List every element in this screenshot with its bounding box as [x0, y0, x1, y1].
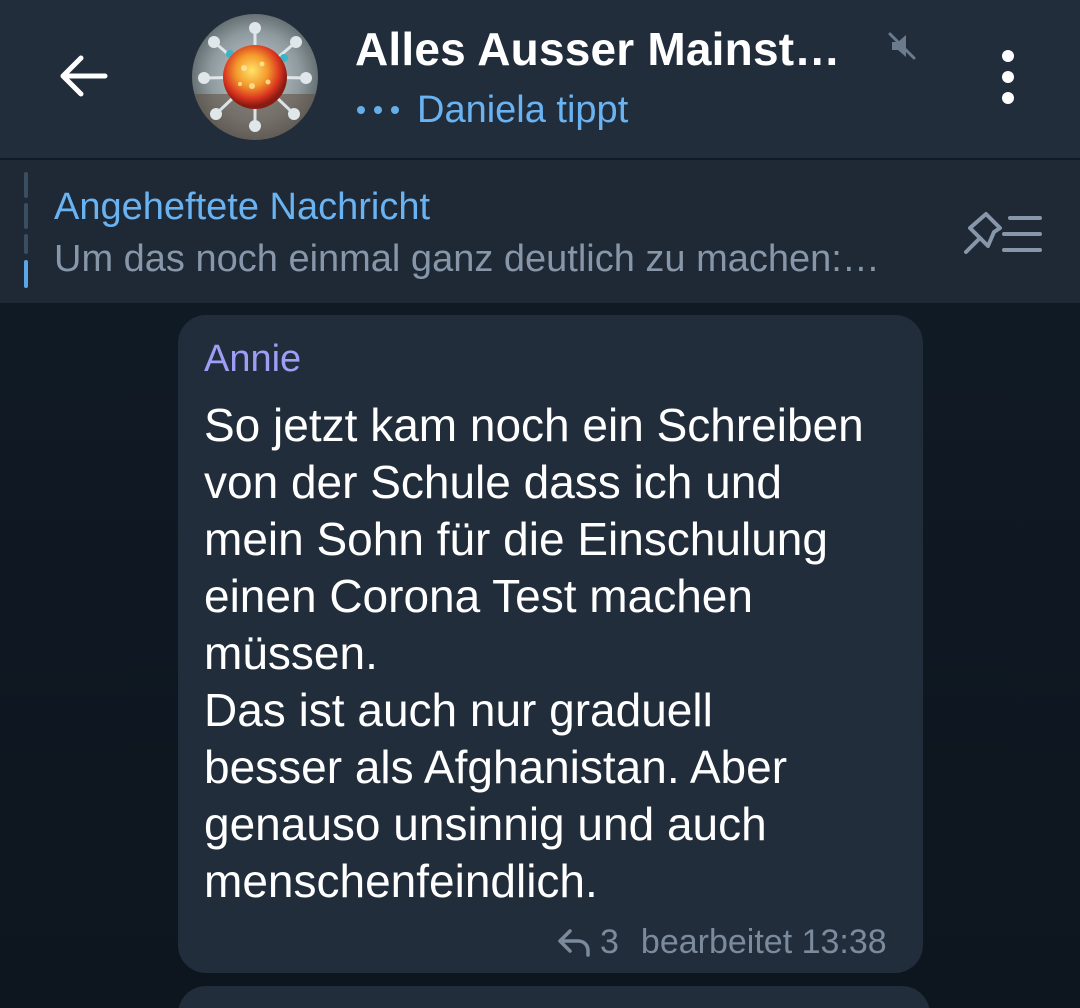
reply-count: 3 [600, 922, 619, 961]
arrow-left-icon [60, 55, 108, 97]
avatar-image [192, 14, 318, 140]
chat-title[interactable]: Alles Ausser Mainst… [355, 22, 875, 76]
pin-list-icon [964, 212, 1042, 254]
more-vertical-icon [1002, 50, 1014, 62]
pinned-message-bar[interactable] [0, 160, 1080, 303]
typing-dots-icon [357, 106, 399, 114]
group-avatar[interactable] [192, 14, 318, 140]
message-text: So jetzt kam noch ein Schreiben von der … [204, 399, 864, 907]
chat-header: Alles Ausser Mainst… Daniela tippt [0, 0, 1080, 158]
sender-name[interactable]: Annie [204, 338, 301, 381]
muted-speaker-icon [888, 32, 916, 60]
chat-screen: Alles Ausser Mainst… Daniela tippt Angeh… [0, 0, 1080, 1008]
typing-status: Daniela tippt [417, 88, 629, 131]
pinned-preview-text: Um das noch einmal ganz deutlich zu mach… [54, 238, 880, 280]
edited-timestamp: bearbeitet 13:38 [640, 922, 887, 961]
typing-indicator: Daniela tippt [357, 86, 628, 134]
pinned-position-indicator [24, 172, 28, 288]
more-options-button[interactable] [978, 44, 1038, 110]
message-meta: 3 bearbeitet 13:38 [556, 920, 887, 964]
pinned-title: Angeheftete Nachricht [54, 186, 431, 228]
back-button[interactable] [38, 36, 128, 116]
next-message-bubble[interactable] [178, 986, 930, 1008]
reply-arrow-icon [558, 929, 590, 957]
pin-list-button[interactable] [960, 206, 1050, 262]
